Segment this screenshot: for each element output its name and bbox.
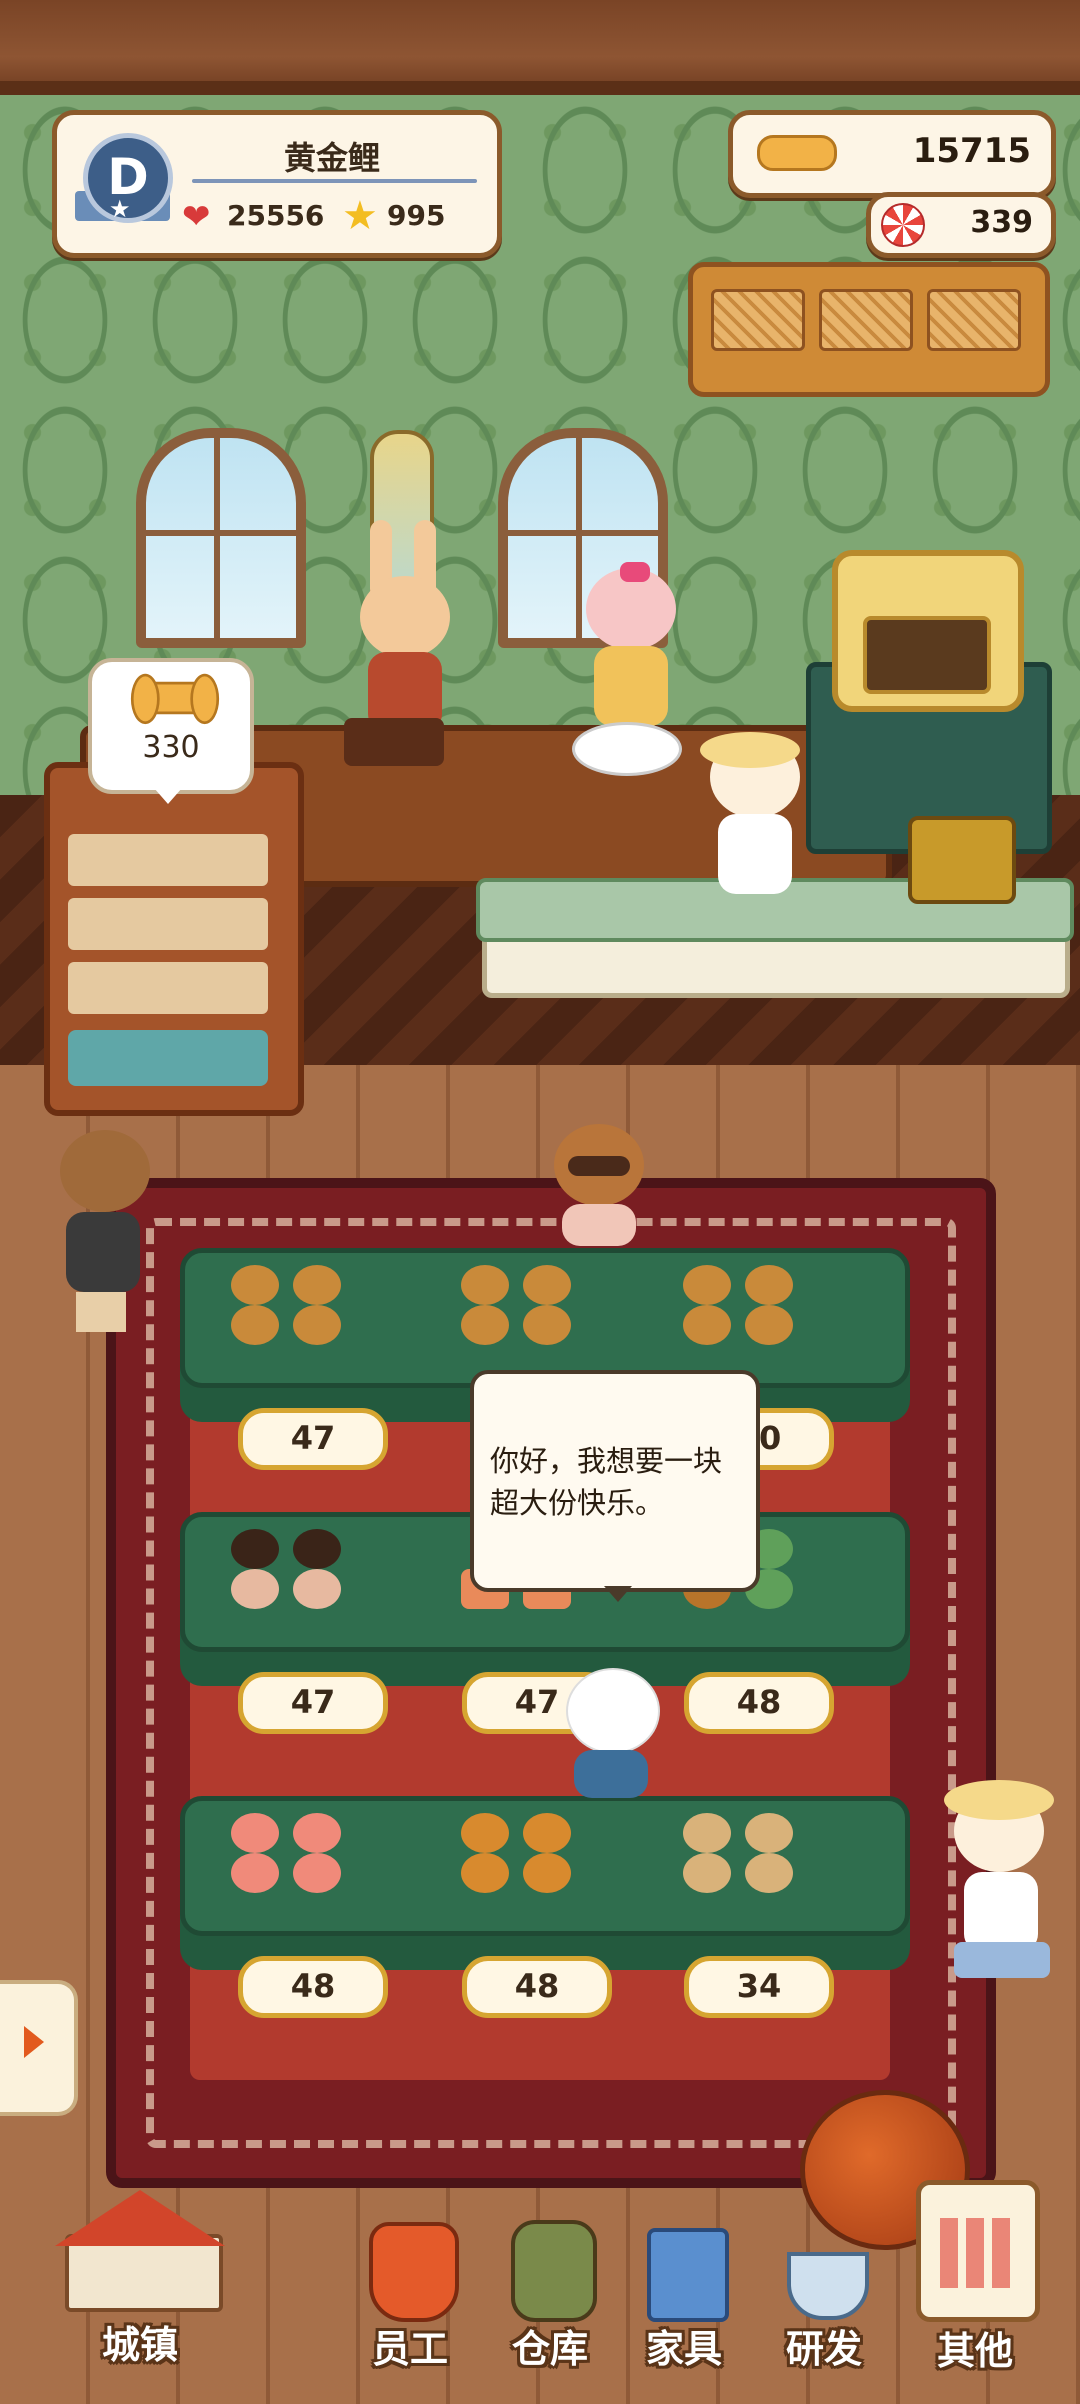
name-underline xyxy=(192,179,477,183)
customer-order-bubble[interactable]: 你好，我想要一块超大份快乐。 xyxy=(470,1370,760,1602)
bone-count: 15715 xyxy=(912,131,1031,171)
nav-furniture-label: 家具 xyxy=(645,2327,722,2371)
tray-cream-puff[interactable] xyxy=(449,1261,619,1351)
rank-badge: D ★ xyxy=(75,133,173,233)
staff-pony[interactable] xyxy=(700,732,810,894)
house-icon xyxy=(55,2184,225,2314)
tray-strawberry-mochi[interactable] xyxy=(219,1809,389,1899)
staff-rabbit[interactable] xyxy=(352,520,462,740)
chocolate-cake xyxy=(344,718,444,766)
display-shelf-bottom[interactable] xyxy=(180,1796,910,1936)
tray-oreo-cupcake[interactable] xyxy=(219,1525,389,1615)
nav-research-label: 研发 xyxy=(785,2327,862,2371)
tray-cream-puff[interactable] xyxy=(219,1261,389,1351)
customer-horse[interactable] xyxy=(40,1118,160,1338)
star-icon: ★ xyxy=(109,195,131,223)
paint-bucket-icon xyxy=(629,2208,739,2322)
lollipop-icon xyxy=(881,203,925,247)
backpack-icon xyxy=(495,2208,605,2322)
player-profile-card[interactable]: D ★ 黄金鲤 ❤ 25556 ★ 995 xyxy=(52,110,502,258)
wall-shelf[interactable] xyxy=(688,262,1050,397)
price-tag[interactable]: 34 xyxy=(684,1956,834,2018)
price-tag[interactable]: 47 xyxy=(238,1408,388,1470)
nav-town-label: 城镇 xyxy=(101,2323,178,2367)
player-name: 黄金鲤 xyxy=(283,139,380,177)
star-icon: ★ xyxy=(342,193,378,239)
heart-icon: ❤ xyxy=(182,197,211,237)
nav-other-button[interactable]: 其他 xyxy=(900,2170,1050,2375)
stars-count: 995 xyxy=(387,199,446,232)
clipboard-icon xyxy=(910,2170,1040,2322)
customer-pony[interactable] xyxy=(944,1780,1064,1990)
staff-bear[interactable] xyxy=(576,562,686,738)
customer-polar-bear[interactable] xyxy=(556,1668,666,1798)
cabinet-price: 330 xyxy=(142,730,200,765)
hearts-count: 25556 xyxy=(227,199,325,232)
cash-register[interactable] xyxy=(908,816,1016,904)
bone-icon xyxy=(130,673,220,725)
candy-count: 339 xyxy=(970,205,1033,240)
nav-town-button[interactable]: 城镇 xyxy=(50,2184,230,2369)
bone-icon xyxy=(748,126,846,182)
cabinet-price-bubble[interactable]: 330 xyxy=(88,658,254,804)
mortar-icon xyxy=(769,2208,879,2320)
side-expand-tab[interactable] xyxy=(0,1980,78,2116)
nav-staff-label: 员工 xyxy=(371,2327,448,2371)
bread-plate xyxy=(572,722,682,776)
tray-croissant[interactable] xyxy=(449,1809,619,1899)
arrow-right-icon xyxy=(24,2026,44,2058)
ceiling-beams xyxy=(0,0,1080,95)
price-tag[interactable]: 47 xyxy=(238,1672,388,1734)
apron-icon xyxy=(355,2208,465,2322)
left-window xyxy=(136,428,306,648)
oven[interactable] xyxy=(832,550,1024,712)
customer-raccoon[interactable] xyxy=(540,1120,660,1246)
nav-warehouse-label: 仓库 xyxy=(511,2327,588,2371)
nav-furniture-button[interactable]: 家具 xyxy=(614,2208,754,2373)
nav-research-button[interactable]: 研发 xyxy=(754,2208,894,2373)
price-tag[interactable]: 48 xyxy=(684,1672,834,1734)
bone-currency[interactable]: 15715 xyxy=(728,110,1056,198)
tray-cream-puff[interactable] xyxy=(671,1261,841,1351)
tray-macaron[interactable] xyxy=(671,1809,841,1899)
nav-warehouse-button[interactable]: 仓库 xyxy=(480,2208,620,2373)
display-shelf-top[interactable] xyxy=(180,1248,910,1388)
nav-staff-button[interactable]: 员工 xyxy=(340,2208,480,2373)
price-tag[interactable]: 48 xyxy=(462,1956,612,2018)
nav-other-label: 其他 xyxy=(936,2329,1013,2373)
candy-currency[interactable]: 339 xyxy=(866,192,1056,258)
price-tag[interactable]: 48 xyxy=(238,1956,388,2018)
